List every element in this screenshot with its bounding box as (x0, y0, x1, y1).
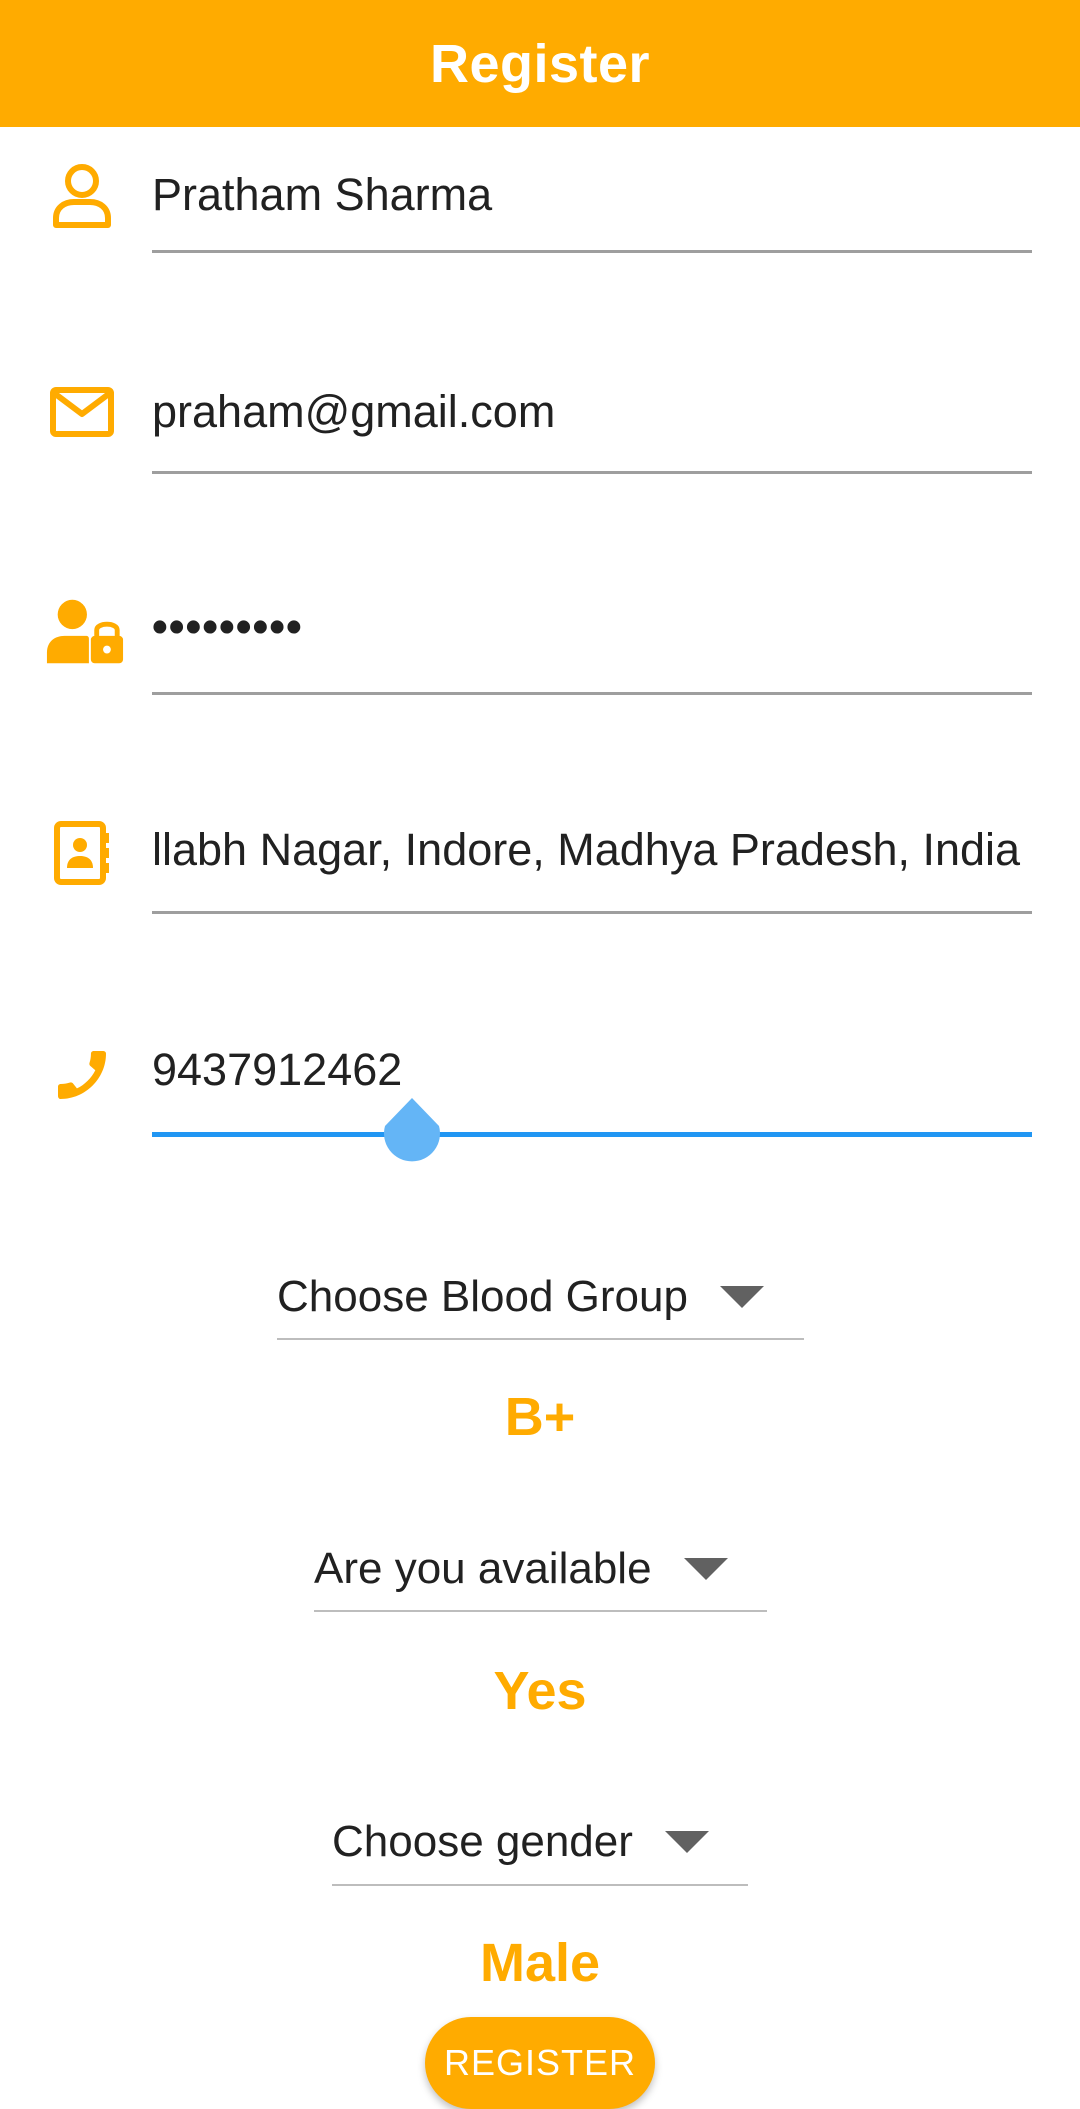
selected-gender: Male (479, 1933, 601, 1993)
phone-input[interactable]: 9437912462 (152, 1030, 1032, 1100)
chevron-down-icon (664, 1831, 709, 1853)
contact-card-icon (42, 813, 122, 893)
gender-dropdown-label: Choose gender (332, 1817, 633, 1866)
chevron-down-icon (683, 1558, 728, 1580)
user-lock-icon (45, 592, 125, 672)
selected-blood-group: B+ (504, 1387, 576, 1447)
email-icon (42, 372, 122, 452)
text-cursor-handle[interactable] (383, 1098, 441, 1166)
app-bar: Register (0, 0, 1080, 127)
name-underline (152, 250, 1032, 253)
blood-group-dropdown[interactable]: Choose Blood Group (277, 1252, 764, 1342)
availability-underline (314, 1610, 767, 1612)
address-input[interactable]: llabh Nagar, Indore, Madhya Pradesh, Ind… (152, 815, 1032, 885)
address-value: llabh Nagar, Indore, Madhya Pradesh, Ind… (152, 824, 1021, 875)
availability-dropdown[interactable]: Are you available (314, 1524, 728, 1614)
name-input[interactable]: Pratham Sharma (152, 160, 1032, 230)
gender-dropdown[interactable]: Choose gender (332, 1797, 709, 1887)
phone-underline (152, 1132, 1032, 1137)
page-title: Register (429, 33, 651, 94)
register-button[interactable]: REGISTER (425, 2017, 655, 2109)
password-underline (152, 692, 1032, 695)
gender-underline (332, 1884, 748, 1886)
person-icon (42, 155, 122, 235)
blood-group-dropdown-label: Choose Blood Group (277, 1272, 688, 1321)
blood-group-underline (277, 1338, 804, 1340)
availability-dropdown-label: Are you available (314, 1544, 652, 1593)
phone-icon (42, 1035, 122, 1115)
chevron-down-icon (719, 1286, 764, 1308)
selected-availability: Yes (493, 1661, 587, 1721)
email-input[interactable]: praham@gmail.com (152, 377, 1032, 447)
password-input[interactable]: ••••••••• (152, 592, 1032, 662)
address-underline (152, 911, 1032, 914)
email-underline (152, 471, 1032, 474)
